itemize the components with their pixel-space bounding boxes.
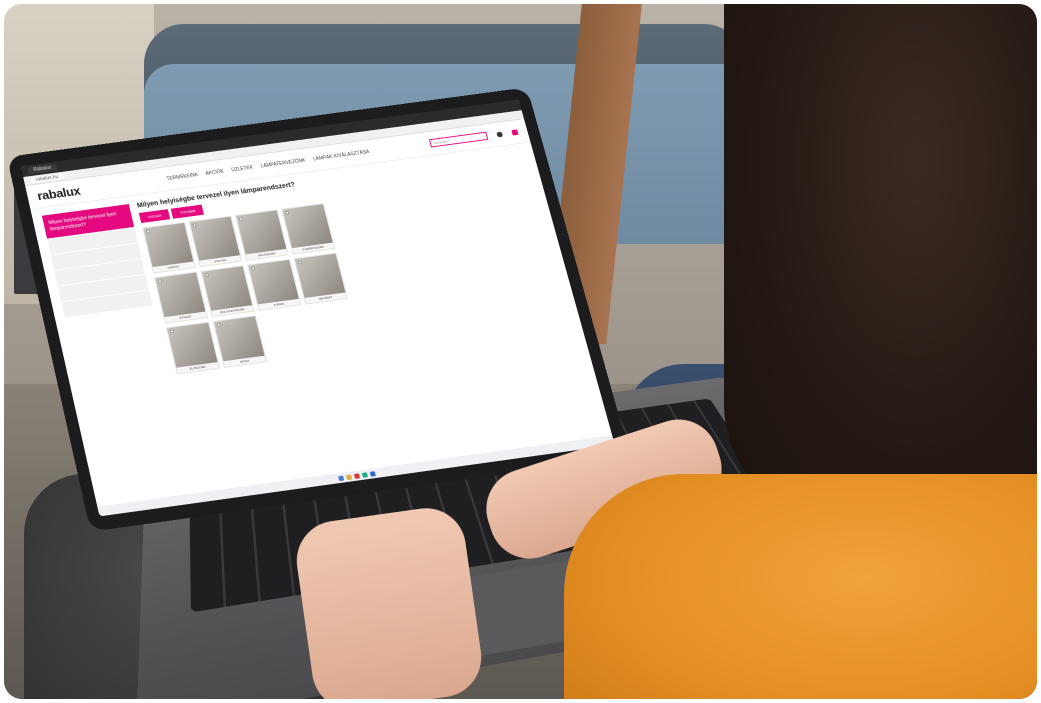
- radio-icon[interactable]: [145, 229, 151, 234]
- person-hair: [724, 4, 1037, 524]
- radio-icon[interactable]: [284, 210, 290, 215]
- room-card[interactable]: Fürdő: [247, 258, 302, 312]
- radio-icon[interactable]: [192, 223, 197, 228]
- user-icon[interactable]: [495, 130, 504, 138]
- room-image: [282, 204, 333, 249]
- site-logo[interactable]: rabalux: [36, 184, 82, 203]
- radio-icon[interactable]: [297, 260, 303, 265]
- room-card[interactable]: Konyha: [188, 215, 243, 268]
- room-image: [201, 266, 253, 311]
- room-card[interactable]: Gyerekszoba: [281, 203, 336, 255]
- start-icon[interactable]: [337, 475, 345, 481]
- radio-icon[interactable]: [169, 329, 175, 334]
- search-input[interactable]: Keresés: [428, 131, 489, 148]
- room-card[interactable]: Előszoba: [165, 321, 221, 375]
- back-button[interactable]: Vissza: [138, 209, 171, 224]
- room-image: [236, 210, 287, 255]
- room-card[interactable]: Hálószoba: [235, 209, 289, 262]
- cart-icon[interactable]: [511, 128, 519, 136]
- radio-icon[interactable]: [204, 272, 209, 278]
- room-image: [167, 322, 218, 368]
- nav-item[interactable]: Üzletek: [231, 164, 254, 172]
- next-button[interactable]: Tovább: [170, 204, 205, 219]
- photo-scene: Rabalux rabalux.hu rabalux Termékeink Ak…: [4, 4, 1037, 699]
- nav-item[interactable]: Termékeink: [166, 172, 199, 182]
- left-hand: [291, 503, 487, 699]
- app-icon[interactable]: [369, 470, 376, 477]
- yellow-sweater: [564, 474, 1037, 699]
- room-card[interactable]: Étkező: [154, 271, 208, 324]
- room-image: [155, 272, 206, 318]
- nav-item[interactable]: Akciók: [205, 168, 224, 176]
- app-icon[interactable]: [353, 472, 360, 479]
- nav-item[interactable]: Lámpatervezőnk: [260, 157, 306, 168]
- radio-icon[interactable]: [157, 279, 163, 284]
- room-card[interactable]: Iroda: [212, 315, 268, 368]
- room-image: [294, 253, 346, 299]
- room-card[interactable]: Dolgozószoba: [200, 265, 255, 318]
- room-image: [248, 259, 299, 305]
- radio-icon[interactable]: [238, 216, 244, 222]
- room-image: [213, 316, 265, 362]
- app-icon[interactable]: [345, 474, 353, 480]
- room-card[interactable]: Nappali: [142, 221, 196, 274]
- nav-item[interactable]: Lámpák kiválasztása: [312, 149, 370, 162]
- radio-icon[interactable]: [216, 322, 222, 328]
- app-icon[interactable]: [361, 471, 368, 478]
- room-image: [143, 222, 194, 268]
- room-image: [189, 216, 240, 261]
- room-card[interactable]: Bejárat: [293, 252, 349, 305]
- radio-icon[interactable]: [250, 266, 256, 271]
- laptop-screen: Rabalux rabalux.hu rabalux Termékeink Ak…: [20, 99, 615, 517]
